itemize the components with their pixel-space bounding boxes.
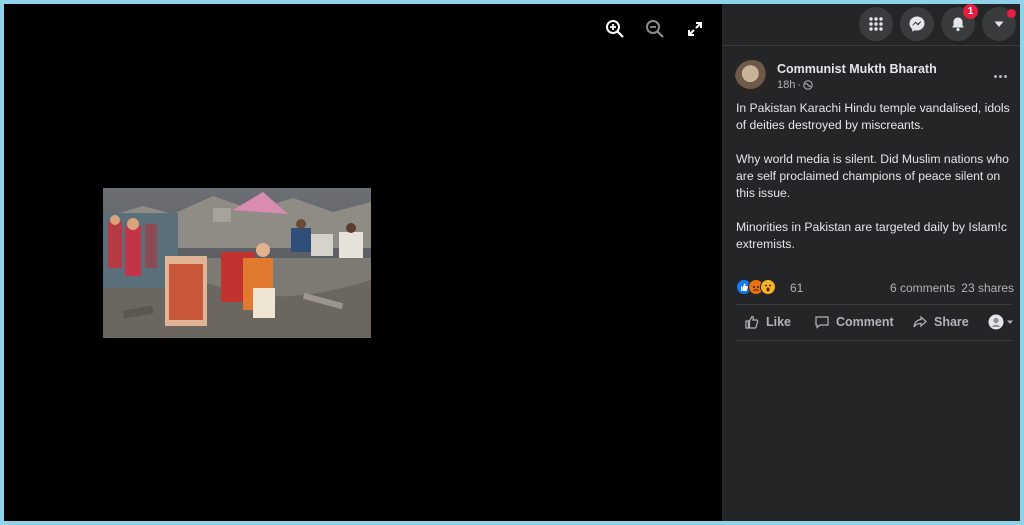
post-time[interactable]: 18h (777, 79, 795, 91)
post-body: In Pakistan Karachi Hindu temple vandali… (736, 100, 1016, 270)
menu-button[interactable] (859, 7, 893, 41)
zoom-out-button[interactable] (644, 18, 666, 40)
post-paragraph: In Pakistan Karachi Hindu temple vandali… (736, 101, 1010, 132)
more-dot-icon (1003, 74, 1007, 78)
divider (736, 304, 1012, 305)
comment-label: Comment (836, 315, 894, 329)
profile-avatar-icon (988, 314, 1004, 330)
wow-reaction-icon (760, 279, 776, 295)
share-button[interactable]: Share (912, 314, 969, 330)
viewer-toolbar (604, 18, 706, 40)
zoom-in-button[interactable] (604, 18, 626, 40)
messenger-button[interactable] (900, 7, 934, 41)
more-dot-icon (993, 74, 997, 78)
bell-icon (952, 17, 964, 32)
more-dot-icon (998, 74, 1002, 78)
shares-count[interactable]: 23 shares (961, 281, 1014, 295)
post-as-selector[interactable] (988, 314, 1014, 330)
comments-count[interactable]: 6 comments (890, 281, 955, 295)
comment-icon (815, 316, 829, 329)
post-paragraph: Why world media is silent. Did Muslim na… (736, 152, 1009, 200)
photo-viewer (4, 4, 722, 521)
like-label: Like (766, 315, 792, 329)
post-options-button[interactable] (989, 68, 1011, 84)
notifications-button[interactable]: 1 (941, 4, 978, 41)
caret-down-icon (994, 21, 1004, 27)
grid-menu-icon (869, 17, 883, 31)
comment-button[interactable]: Comment (814, 314, 894, 330)
share-label: Share (934, 315, 969, 329)
thumbs-up-icon (745, 315, 759, 329)
post-header: Communist Mukth Bharath 18h · (735, 60, 1015, 96)
author-avatar[interactable] (735, 60, 769, 94)
post-actions: Like Comment Share (736, 308, 1014, 338)
meta-separator: · (797, 79, 802, 91)
account-alert-dot (1007, 9, 1016, 18)
reactions-bar: 61 6 comments 23 shares (736, 278, 1014, 298)
account-menu-button[interactable] (982, 7, 1016, 41)
zoom-out-icon (646, 20, 664, 38)
caret-down-icon (1007, 320, 1013, 324)
fullscreen-button[interactable] (684, 18, 706, 40)
reaction-count[interactable]: 61 (790, 281, 803, 295)
post-meta: 18h · (777, 79, 813, 91)
post-paragraph: Minorities in Pakistan are targeted dail… (736, 220, 1007, 251)
post-side-panel: 1 Communist Mukth Bharath 18h · In Pakis… (722, 4, 1020, 521)
photo-viewer-window: 1 Communist Mukth Bharath 18h · In Pakis… (4, 4, 1020, 521)
like-button[interactable]: Like (744, 314, 791, 330)
rubble-scene-image (103, 188, 371, 338)
zoom-in-icon (606, 20, 624, 38)
globe-icon (803, 80, 813, 90)
top-navigation: 1 (722, 4, 1020, 46)
messenger-icon (909, 16, 925, 32)
post-stats: 6 comments 23 shares (890, 281, 1014, 295)
reaction-icons[interactable] (736, 279, 776, 295)
divider (736, 340, 1012, 341)
share-icon (913, 315, 927, 328)
notifications-badge: 1 (963, 4, 978, 19)
author-name[interactable]: Communist Mukth Bharath (777, 62, 937, 76)
post-photo[interactable] (103, 188, 371, 338)
fullscreen-icon (688, 22, 702, 36)
